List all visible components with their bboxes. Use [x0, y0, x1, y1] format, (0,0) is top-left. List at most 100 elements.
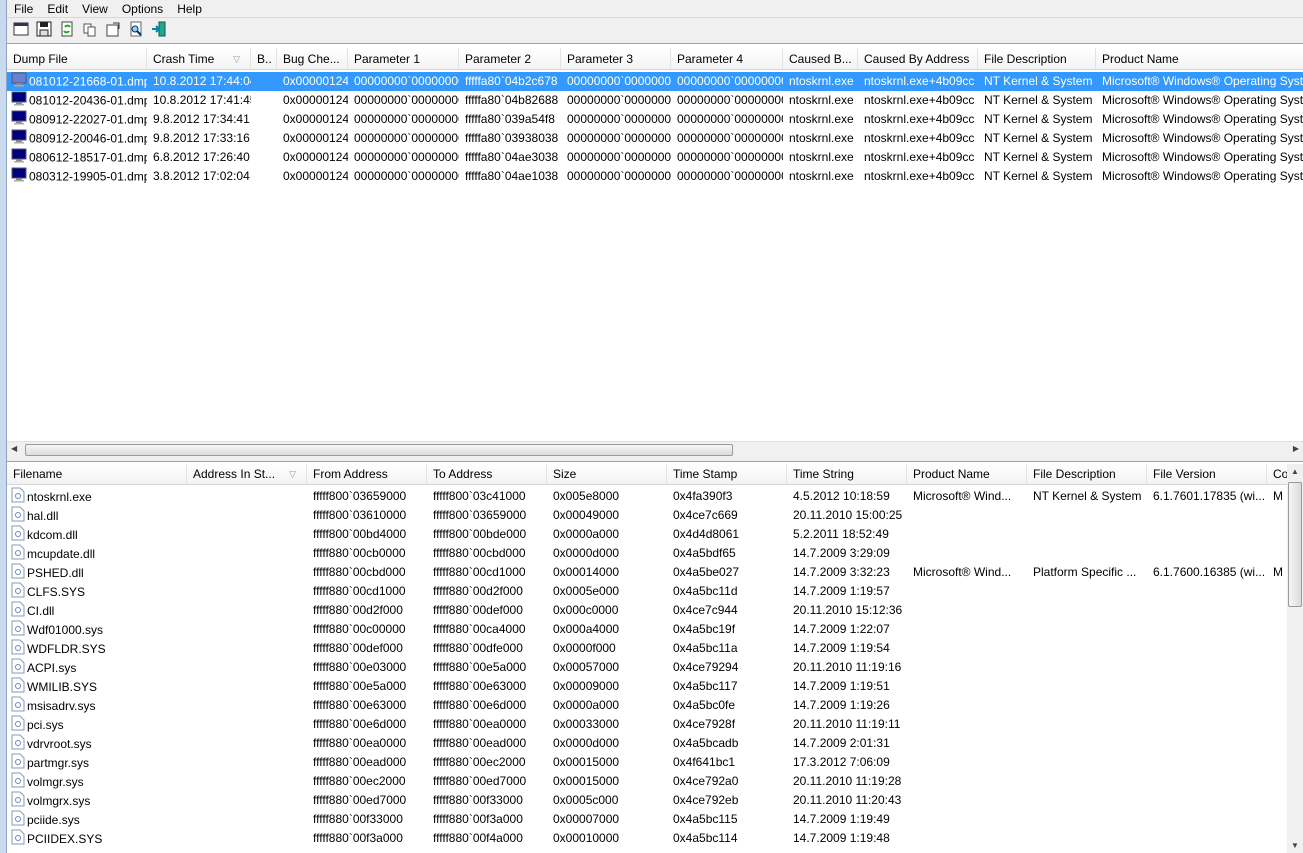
column-header-b[interactable]: B..: [251, 48, 277, 69]
scrollbar-thumb[interactable]: [1288, 482, 1302, 607]
cell-text: 14.7.2009 1:19:48: [793, 831, 890, 845]
cell-product-name: Microsoft® Windows® Operating System: [1096, 72, 1303, 91]
cell-file-description: NT Kernel & System: [978, 129, 1096, 148]
scroll-right-arrow-icon[interactable]: ▶: [1293, 444, 1299, 453]
driver-row[interactable]: mcupdate.dll fffff880`00cb0000 fffff880`00…: [7, 544, 1287, 563]
cell-from-address: fffff800`03610000: [307, 506, 427, 525]
cell-product-name: Microsoft® Windows® Operating System: [1096, 167, 1303, 186]
cell-text: Microsoft® Wind...: [913, 489, 1012, 503]
crash-row[interactable]: 080912-22027-01.dmp 9.8.2012 17:34:41 0x00…: [7, 110, 1303, 129]
column-header-parameter-1[interactable]: Parameter 1: [348, 48, 459, 69]
cell-product-name: [907, 677, 1027, 696]
driver-file-icon: [11, 677, 25, 696]
column-header-from-address[interactable]: From Address: [307, 463, 427, 484]
cell-time-string: 5.2.2011 18:52:49: [787, 525, 907, 544]
cell-product-name: [907, 753, 1027, 772]
driver-row[interactable]: partmgr.sys fffff880`00ead000 fffff880`00e…: [7, 753, 1287, 772]
column-header-file-description[interactable]: File Description: [1027, 463, 1147, 484]
column-header-address-in-st[interactable]: Address In St... ▽: [187, 463, 307, 484]
cell-size: 0x0000f000: [547, 639, 667, 658]
menu-view[interactable]: View: [75, 2, 115, 16]
cell-file-version: [1147, 620, 1267, 639]
cell-text: vdrvroot.sys: [27, 737, 92, 752]
driver-row[interactable]: PCIIDEX.SYS fffff880`00f3a000 fffff880`00f…: [7, 829, 1287, 848]
menu-edit[interactable]: Edit: [40, 2, 75, 16]
save-button[interactable]: [34, 21, 54, 41]
properties-button[interactable]: [103, 21, 123, 41]
column-header-file-version[interactable]: File Version: [1147, 463, 1267, 484]
refresh-icon: [59, 21, 75, 40]
crash-row[interactable]: 080312-19905-01.dmp 3.8.2012 17:02:04 0x00…: [7, 167, 1303, 186]
column-header-size[interactable]: Size: [547, 463, 667, 484]
crash-row[interactable]: 081012-21668-01.dmp 10.8.2012 17:44:04 0x0…: [7, 72, 1303, 91]
column-header-product-name[interactable]: Product Name: [907, 463, 1027, 484]
copy-button[interactable]: [80, 21, 100, 41]
driver-file-icon: [11, 829, 25, 848]
driver-row[interactable]: PSHED.dll fffff880`00cbd000 fffff880`00cd1…: [7, 563, 1287, 582]
pane-splitter[interactable]: [7, 457, 1303, 462]
column-header-dump-file[interactable]: Dump File: [7, 48, 147, 69]
scrollbar-thumb[interactable]: [25, 444, 733, 456]
driver-row[interactable]: ACPI.sys fffff880`00e03000 fffff880`00e5a0…: [7, 658, 1287, 677]
column-header-file-description[interactable]: File Description: [978, 48, 1096, 69]
column-header-parameter-4[interactable]: Parameter 4: [671, 48, 783, 69]
cell-dump-file: 081012-20436-01.dmp: [7, 91, 147, 110]
driver-row[interactable]: CI.dll fffff880`00d2f000 fffff880`00def000…: [7, 601, 1287, 620]
column-header-crash-time[interactable]: Crash Time ▽: [147, 48, 251, 69]
cell-co: [1267, 734, 1287, 753]
driver-row[interactable]: ntoskrnl.exe fffff800`03659000 fffff800`03…: [7, 487, 1287, 506]
cell-time-stamp: 0x4a5bdf65: [667, 544, 787, 563]
driver-row[interactable]: pci.sys fffff880`00e6d000 fffff880`00ea000…: [7, 715, 1287, 734]
menu-help[interactable]: Help: [170, 2, 209, 16]
menu-file[interactable]: File: [7, 2, 40, 16]
driver-row[interactable]: msisadrv.sys fffff880`00e63000 fffff880`00…: [7, 696, 1287, 715]
driver-list: Filename Address In St... ▽ From Address To …: [7, 463, 1287, 853]
column-header-to-address[interactable]: To Address: [427, 463, 547, 484]
column-label: Time Stamp: [673, 467, 738, 481]
crash-row[interactable]: 081012-20436-01.dmp 10.8.2012 17:41:45 0x0…: [7, 91, 1303, 110]
scroll-up-arrow-icon[interactable]: ▲: [1291, 467, 1299, 476]
html-report-button[interactable]: [11, 21, 31, 41]
find-button[interactable]: [126, 21, 146, 41]
cell-caused-b: ntoskrnl.exe: [783, 148, 858, 167]
column-label: Parameter 1: [354, 52, 421, 66]
driver-row[interactable]: Wdf01000.sys fffff880`00c00000 fffff880`00…: [7, 620, 1287, 639]
crash-row[interactable]: 080912-20046-01.dmp 9.8.2012 17:33:16 0x00…: [7, 129, 1303, 148]
scroll-left-arrow-icon[interactable]: ◀: [11, 444, 17, 453]
column-header-time-string[interactable]: Time String: [787, 463, 907, 484]
driver-row[interactable]: WMILIB.SYS fffff880`00e5a000 fffff880`00e6…: [7, 677, 1287, 696]
menu-options[interactable]: Options: [115, 2, 170, 16]
driver-row[interactable]: hal.dll fffff800`03610000 fffff800`0365900…: [7, 506, 1287, 525]
cell-time-stamp: 0x4ce7c669: [667, 506, 787, 525]
cell-co: [1267, 506, 1287, 525]
driver-row[interactable]: WDFLDR.SYS fffff880`00def000 fffff880`00df…: [7, 639, 1287, 658]
column-header-time-stamp[interactable]: Time Stamp: [667, 463, 787, 484]
cell-parameter-1: 00000000`00000000: [348, 129, 459, 148]
crash-row[interactable]: 080612-18517-01.dmp 6.8.2012 17:26:40 0x00…: [7, 148, 1303, 167]
exit-button[interactable]: [149, 21, 169, 41]
cell-time-stamp: 0x4a5bc117: [667, 677, 787, 696]
cell-filename: PCIIDEX.SYS: [7, 829, 187, 848]
column-header-caused-by-address[interactable]: Caused By Address: [858, 48, 978, 69]
column-header-bug-che[interactable]: Bug Che...: [277, 48, 348, 69]
cell-text: msisadrv.sys: [27, 699, 96, 714]
column-header-co[interactable]: Co: [1267, 463, 1287, 484]
column-header-caused-b[interactable]: Caused B...: [783, 48, 858, 69]
column-header-parameter-2[interactable]: Parameter 2: [459, 48, 561, 69]
driver-row[interactable]: vdrvroot.sys fffff880`00ea0000 fffff880`00…: [7, 734, 1287, 753]
column-header-parameter-3[interactable]: Parameter 3: [561, 48, 671, 69]
driver-row[interactable]: kdcom.dll fffff800`00bd4000 fffff800`00bde…: [7, 525, 1287, 544]
scroll-down-arrow-icon[interactable]: ▼: [1291, 841, 1299, 850]
horizontal-scrollbar[interactable]: ◀ ▶: [7, 441, 1303, 457]
cell-text: fffff880`00ed7000: [433, 774, 527, 788]
driver-row[interactable]: pciide.sys fffff880`00f33000 fffff880`00f3…: [7, 810, 1287, 829]
driver-row[interactable]: volmgr.sys fffff880`00ec2000 fffff880`00ed…: [7, 772, 1287, 791]
vertical-scrollbar[interactable]: ▲ ▼: [1287, 464, 1303, 853]
refresh-button[interactable]: [57, 21, 77, 41]
column-label: Crash Time: [153, 52, 215, 66]
column-header-filename[interactable]: Filename: [7, 463, 187, 484]
cell-parameter-2: fffffa80`04b82688: [459, 91, 561, 110]
driver-row[interactable]: CLFS.SYS fffff880`00cd1000 fffff880`00d2f0…: [7, 582, 1287, 601]
column-header-product-name[interactable]: Product Name: [1096, 48, 1303, 69]
driver-row[interactable]: volmgrx.sys fffff880`00ed7000 fffff880`00f…: [7, 791, 1287, 810]
